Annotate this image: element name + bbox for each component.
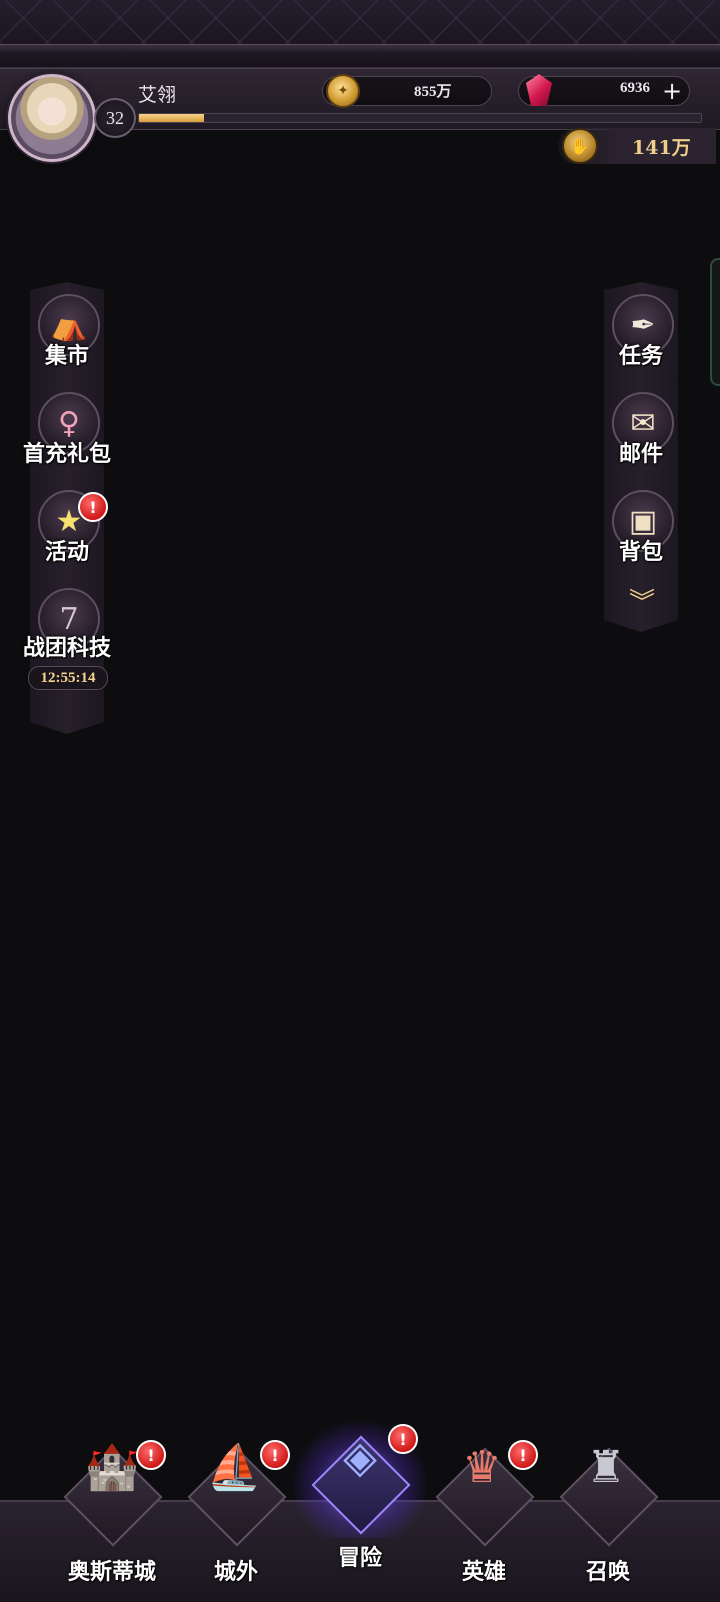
top-decoration	[0, 0, 720, 44]
menu-label-first-recharge[interactable]: 首充礼包	[12, 436, 122, 468]
exp-bar-fill	[139, 114, 204, 122]
exp-bar	[138, 113, 702, 123]
nav-adventure-badge: !	[388, 1424, 418, 1454]
menu-label-mail[interactable]: 邮件	[586, 436, 696, 468]
nav-label-adventure[interactable]: 冒险	[300, 1540, 420, 1572]
menu-label-market[interactable]: 集市	[12, 338, 122, 370]
nav-label-heroes[interactable]: 英雄	[424, 1554, 544, 1586]
angel-statue-icon[interactable]: ♜	[556, 1432, 656, 1502]
nav-heroes-badge: !	[508, 1440, 538, 1470]
menu-label-quests[interactable]: 任务	[586, 338, 696, 370]
nav-label-summon[interactable]: 召唤	[548, 1554, 668, 1586]
nav-city-badge: !	[136, 1440, 166, 1470]
player-avatar[interactable]	[8, 74, 96, 162]
chevron-double-down-icon[interactable]: ︾	[622, 588, 662, 618]
gem-amount: 6936	[620, 80, 650, 96]
menu-label-activity[interactable]: 活动	[12, 534, 122, 566]
gold-coin-icon: ✦	[326, 74, 360, 108]
gold-amount: 855万	[414, 84, 452, 100]
player-name: 艾翎	[138, 84, 177, 106]
activity-alert-badge: !	[78, 492, 108, 522]
menu-label-bag[interactable]: 背包	[586, 534, 696, 566]
nav-label-city[interactable]: 奥斯蒂城	[52, 1554, 172, 1586]
ticket-coin-icon: ✋	[562, 128, 598, 164]
add-gems-button[interactable]: +	[662, 79, 682, 103]
ticket-amount: 141万	[632, 137, 691, 159]
player-level-badge: 32	[94, 98, 136, 138]
nav-label-outside[interactable]: 城外	[176, 1554, 296, 1586]
nav-outside-badge: !	[260, 1440, 290, 1470]
guild-tech-timer: 12:55:14	[28, 666, 108, 690]
right-edge-tab[interactable]	[710, 258, 720, 386]
menu-label-guild-tech[interactable]: 战团科技	[12, 630, 122, 662]
top-divider	[0, 44, 720, 68]
